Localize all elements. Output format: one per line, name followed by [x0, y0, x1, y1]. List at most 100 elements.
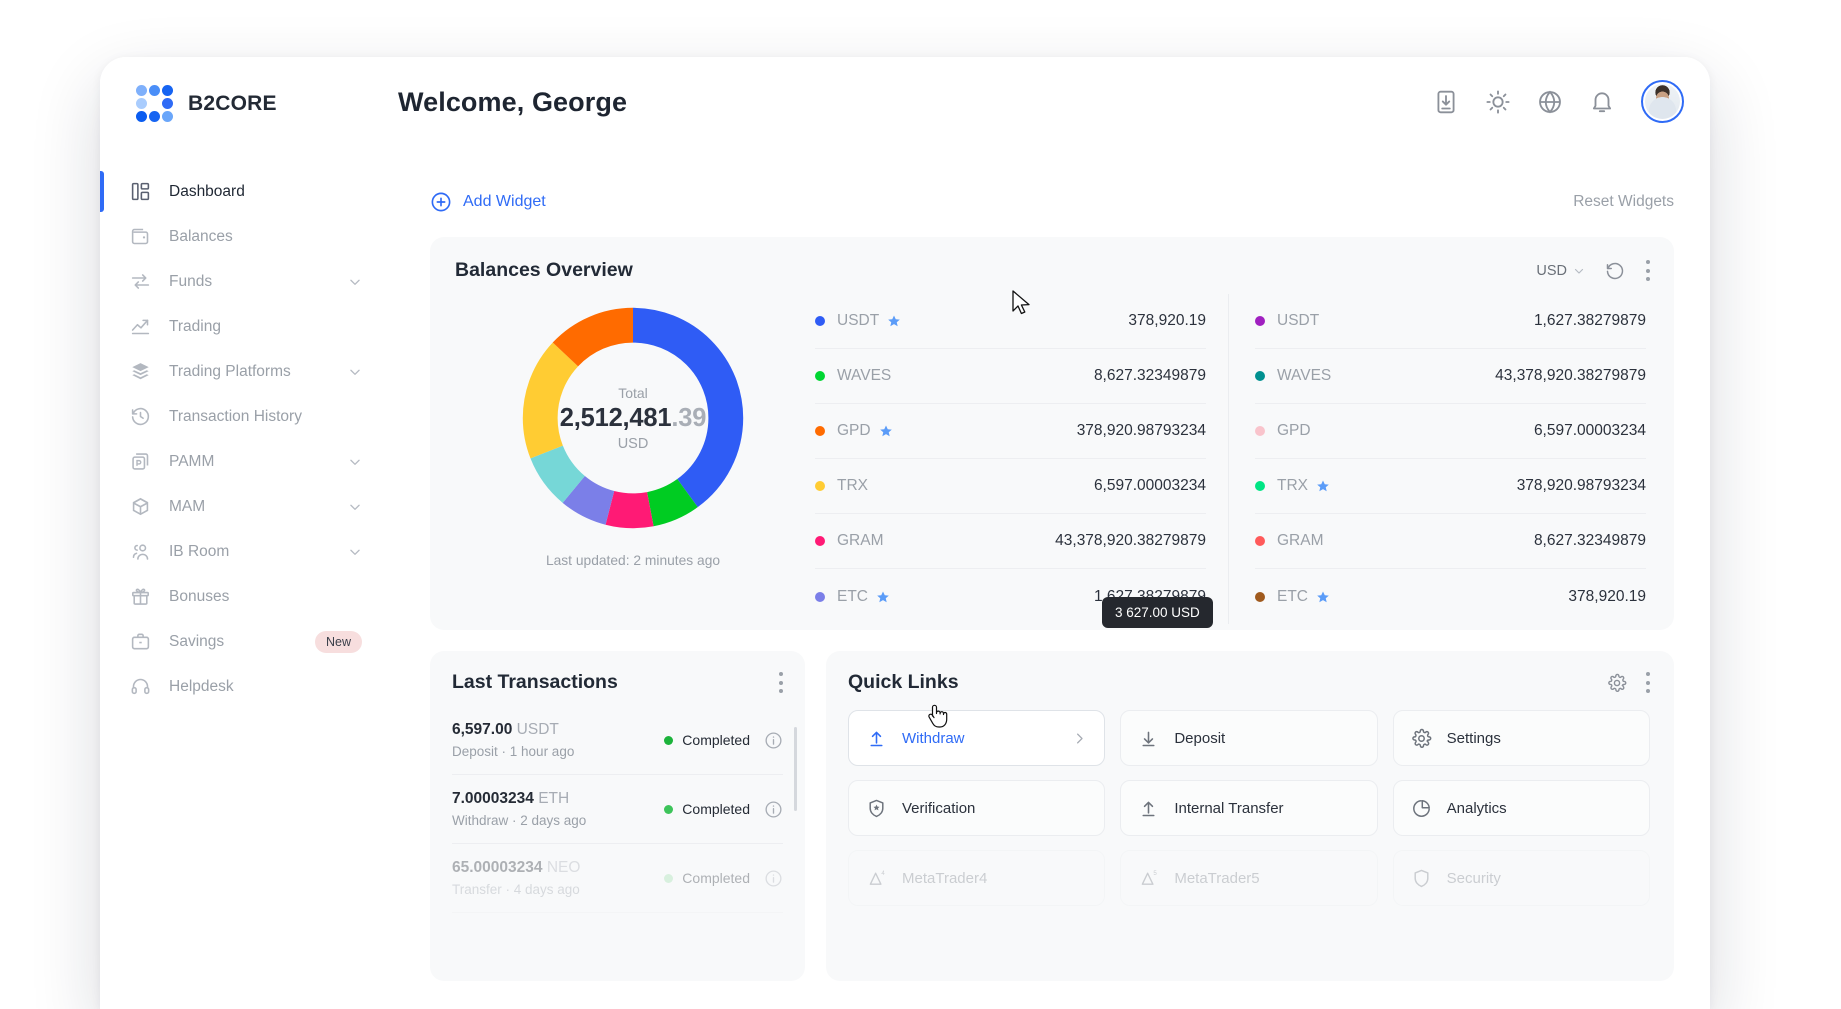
- balance-row[interactable]: WAVES8,627.32349879: [815, 349, 1206, 404]
- sidebar-item-label: Savings: [169, 633, 224, 651]
- balance-row[interactable]: WAVES43,378,920.38279879: [1255, 349, 1646, 404]
- balances-right-column: USDT1,627.38279879 WAVES43,378,920.38279…: [1228, 294, 1650, 624]
- sidebar-item-trading-platforms[interactable]: Trading Platforms: [100, 349, 392, 394]
- balance-amount: 378,920.98793234: [1077, 422, 1206, 440]
- balances-overview-card: Balances Overview USD: [430, 237, 1674, 630]
- bell-icon[interactable]: [1589, 89, 1615, 115]
- chevron-down-icon[interactable]: [348, 365, 362, 379]
- header-actions: [1433, 80, 1684, 123]
- balance-symbol: GPD: [1277, 422, 1311, 440]
- pamm-icon: [130, 451, 151, 472]
- star-icon[interactable]: [879, 424, 893, 438]
- balance-row[interactable]: GRAM43,378,920.38279879: [815, 514, 1206, 569]
- info-icon[interactable]: [764, 869, 783, 888]
- balance-row[interactable]: USDT378,920.19: [815, 294, 1206, 349]
- quick-link-security[interactable]: Security: [1393, 850, 1650, 906]
- status-dot: [664, 805, 673, 814]
- sidebar-item-ib-room[interactable]: IB Room: [100, 529, 392, 574]
- transaction-main: 7.00003234 ETH Withdraw · 2 days ago: [452, 790, 586, 828]
- sidebar-item-label: MAM: [169, 498, 205, 516]
- sidebar-item-trading[interactable]: Trading: [100, 304, 392, 349]
- donut-total-currency: USD: [618, 436, 649, 452]
- balance-amount: 6,597.00003234: [1094, 477, 1206, 495]
- transactions-more-menu[interactable]: [778, 672, 783, 693]
- balance-row[interactable]: GPD6,597.00003234: [1255, 404, 1646, 459]
- sun-icon[interactable]: [1485, 89, 1511, 115]
- download-icon[interactable]: [1433, 89, 1459, 115]
- star-icon[interactable]: [876, 590, 890, 604]
- balance-row[interactable]: GRAM 8,627.32349879: [1255, 514, 1646, 569]
- quick-link-verification[interactable]: Verification: [848, 780, 1105, 836]
- quick-links-tools: [1607, 672, 1650, 693]
- chevron-down-icon[interactable]: [348, 500, 362, 514]
- info-icon[interactable]: [764, 800, 783, 819]
- transaction-row[interactable]: 6,597.00 USDT Deposit · 1 hour ago Compl…: [452, 706, 783, 775]
- status-badge: Completed: [664, 801, 750, 817]
- color-dot: [1255, 536, 1265, 546]
- balances-tools: USD: [1536, 260, 1650, 281]
- gear-icon: [1411, 728, 1432, 749]
- transaction-row[interactable]: 65.00003234 NEO Transfer · 4 days ago Co…: [452, 844, 783, 913]
- sidebar-item-funds[interactable]: Funds: [100, 259, 392, 304]
- balance-row[interactable]: ETC378,920.19: [1255, 569, 1646, 624]
- sidebar-item-savings[interactable]: Savings New: [100, 619, 392, 664]
- star-icon[interactable]: [887, 314, 901, 328]
- sidebar-item-transaction-history[interactable]: Transaction History: [100, 394, 392, 439]
- balance-symbol: GRAM: [1277, 532, 1324, 550]
- sidebar-item-mam[interactable]: MAM: [100, 484, 392, 529]
- brand-name: B2CORE: [188, 92, 277, 116]
- transactions-title: Last Transactions: [452, 671, 618, 694]
- transaction-meta: Withdraw · 2 days ago: [452, 813, 586, 828]
- transaction-main: 6,597.00 USDT Deposit · 1 hour ago: [452, 721, 574, 759]
- balance-row[interactable]: TRX378,920.98793234: [1255, 459, 1646, 514]
- info-icon[interactable]: [764, 731, 783, 750]
- quick-link-metatrader4[interactable]: 4 MetaTrader4: [848, 850, 1105, 906]
- quick-link-settings[interactable]: Settings: [1393, 710, 1650, 766]
- status-label: Completed: [682, 732, 750, 748]
- quick-links-more-menu[interactable]: [1645, 672, 1650, 693]
- star-icon[interactable]: [1316, 590, 1330, 604]
- chevron-right-icon: [1072, 731, 1087, 746]
- quick-link-internal-transfer[interactable]: Internal Transfer: [1120, 780, 1377, 836]
- sidebar-item-pamm[interactable]: PAMM: [100, 439, 392, 484]
- balances-more-menu[interactable]: [1645, 260, 1650, 281]
- balance-symbol: USDT: [1277, 312, 1319, 330]
- transaction-amount: 6,597.00 USDT: [452, 721, 574, 739]
- balances-left-column: USDT378,920.19 WAVES8,627.32349879 GPD37…: [811, 294, 1228, 624]
- donut-total-value: 2,512,481.39: [560, 404, 707, 433]
- brand-logo[interactable]: B2CORE: [136, 85, 277, 123]
- balance-symbol: ETC: [837, 588, 868, 606]
- add-widget-button[interactable]: Add Widget: [430, 191, 546, 213]
- globe-icon[interactable]: [1537, 89, 1563, 115]
- balance-row[interactable]: GPD378,920.98793234: [815, 404, 1206, 459]
- currency-select[interactable]: USD: [1536, 263, 1585, 279]
- chevron-down-icon[interactable]: [348, 275, 362, 289]
- svg-text:5: 5: [1154, 870, 1158, 877]
- quick-link-deposit[interactable]: Deposit: [1120, 710, 1377, 766]
- status-badge: New: [315, 631, 362, 653]
- headset-icon: [130, 676, 151, 697]
- sidebar-item-bonuses[interactable]: Bonuses: [100, 574, 392, 619]
- chevron-down-icon: [1573, 265, 1585, 277]
- balance-symbol: TRX: [837, 477, 868, 495]
- donut-chart-section: Total 2,512,481.39 USD Last updated: 2 m…: [455, 290, 811, 624]
- balance-row[interactable]: USDT1,627.38279879: [1255, 294, 1646, 349]
- chevron-down-icon[interactable]: [348, 545, 362, 559]
- transactions-scrollbar[interactable]: [794, 727, 797, 811]
- balance-amount: 8,627.32349879: [1534, 532, 1646, 550]
- reset-widgets-button[interactable]: Reset Widgets: [1573, 193, 1674, 211]
- avatar[interactable]: [1641, 80, 1684, 123]
- refresh-icon[interactable]: [1605, 261, 1625, 281]
- gear-icon[interactable]: [1607, 673, 1627, 693]
- transaction-row[interactable]: 7.00003234 ETH Withdraw · 2 days ago Com…: [452, 775, 783, 844]
- chevron-down-icon[interactable]: [348, 455, 362, 469]
- sidebar-item-balances[interactable]: Balances: [100, 214, 392, 259]
- balance-row[interactable]: TRX 6,597.00003234: [815, 459, 1206, 514]
- quick-link-metatrader5[interactable]: 5 MetaTrader5: [1120, 850, 1377, 906]
- star-icon[interactable]: [1316, 479, 1330, 493]
- sidebar-item-helpdesk[interactable]: Helpdesk: [100, 664, 392, 709]
- sidebar-item-label: Trading: [169, 318, 221, 336]
- quick-link-withdraw[interactable]: Withdraw: [848, 710, 1105, 766]
- quick-link-analytics[interactable]: Analytics: [1393, 780, 1650, 836]
- sidebar-item-dashboard[interactable]: Dashboard: [100, 169, 392, 214]
